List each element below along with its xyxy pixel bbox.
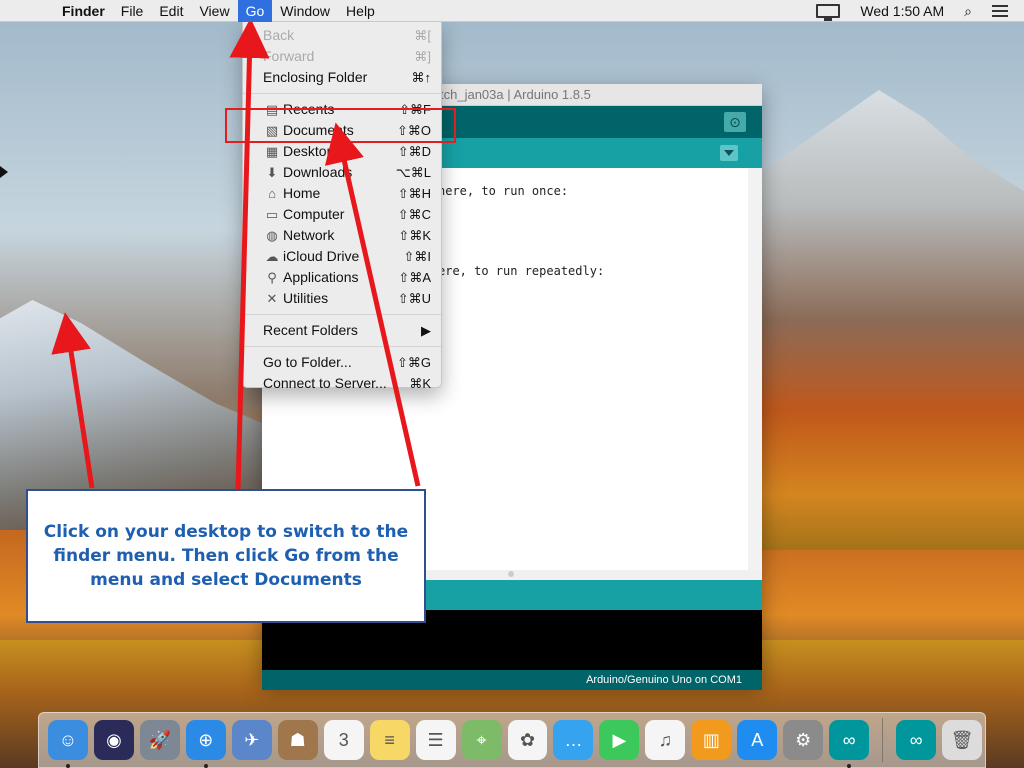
menu-view[interactable]: View <box>191 0 237 22</box>
menu-item-shortcut: ⌘K <box>409 376 431 391</box>
wallpaper-mountain-right <box>760 90 1024 550</box>
menu-item-shortcut: ⌘[ <box>414 28 431 43</box>
menu-go[interactable]: Go <box>237 0 273 22</box>
menu-item-shortcut: ⇧⌘U <box>397 291 431 306</box>
menu-item-shortcut: ⇧⌘K <box>398 228 431 243</box>
menu-item-shortcut: ⌘] <box>414 49 431 64</box>
dock-preview-icon[interactable]: ✈ <box>231 720 272 760</box>
menu-item-shortcut: ⇧⌘H <box>397 186 431 201</box>
menu-bar: Finder File Edit View Go Window Help Wed… <box>0 0 1024 22</box>
dock-ibooks-icon[interactable]: ▥ <box>691 720 732 760</box>
serial-monitor-icon[interactable]: ⊙ <box>724 112 746 132</box>
menu-item-utilities[interactable]: ✕ Utilities ⇧⌘U <box>243 288 441 309</box>
instruction-callout: Click on your desktop to switch to the f… <box>26 489 426 623</box>
dock-siri-icon[interactable]: ◉ <box>93 720 134 760</box>
menu-finder[interactable]: Finder <box>54 0 113 22</box>
menu-item-computer[interactable]: ▭ Computer ⇧⌘C <box>243 204 441 225</box>
menu-separator <box>243 346 441 347</box>
menu-item-back[interactable]: Back ⌘[ <box>243 25 441 46</box>
menu-item-home[interactable]: ⌂ Home ⇧⌘H <box>243 183 441 204</box>
icloud-icon: ☁ <box>265 249 279 264</box>
dock-arduino-icon[interactable]: ∞ <box>829 720 870 768</box>
code-line-loop-comment: ere, to run repeatedly: <box>438 264 605 278</box>
dock-app-store-icon[interactable]: A <box>737 720 778 760</box>
tab-menu-chevron-down-icon[interactable] <box>720 145 738 161</box>
airplay-display-icon[interactable] <box>816 4 841 21</box>
menu-file[interactable]: File <box>113 0 152 22</box>
menu-item-shortcut: ⇧⌘C <box>397 207 431 222</box>
downloads-icon: ⬇ <box>266 165 278 180</box>
menu-item-connect-to-server[interactable]: Connect to Server... ⌘K <box>243 373 441 394</box>
menu-item-applications[interactable]: ⚲ Applications ⇧⌘A <box>243 267 441 288</box>
dock-separator <box>882 718 884 762</box>
menu-separator <box>243 314 441 315</box>
documents-highlight-box <box>225 108 456 143</box>
go-menu-dropdown: Back ⌘[ Forward ⌘] Enclosing Folder ⌘↑ ▤… <box>242 22 442 391</box>
applications-icon: ⚲ <box>267 270 277 285</box>
menu-item-recent-folders[interactable]: Recent Folders ▶ <box>243 320 441 341</box>
code-line-setup-comment: here, to run once: <box>438 184 569 198</box>
menu-item-shortcut: ⌘↑ <box>411 70 432 85</box>
computer-icon: ▭ <box>265 207 279 222</box>
menu-item-downloads[interactable]: ⬇ Downloads ⌥⌘L <box>243 162 441 183</box>
dock-launchpad-icon[interactable]: 🚀 <box>139 720 180 760</box>
menu-item-forward[interactable]: Forward ⌘] <box>243 46 441 67</box>
menu-item-label: Forward <box>263 48 315 64</box>
submenu-arrow-icon: ▶ <box>421 323 431 338</box>
instruction-text: Click on your desktop to switch to the f… <box>43 522 409 590</box>
home-icon: ⌂ <box>268 186 276 201</box>
menu-item-shortcut: ⇧⌘A <box>398 270 431 285</box>
desktop-icon: ▦ <box>265 144 279 159</box>
dock-system-preferences-icon[interactable]: ⚙ <box>783 720 824 760</box>
dock-arduino-document-icon[interactable]: ∞ <box>896 720 937 760</box>
dock-contacts-icon[interactable]: ☗ <box>277 720 318 760</box>
dock-messages-icon[interactable]: … <box>553 720 594 760</box>
menu-window[interactable]: Window <box>272 0 338 22</box>
dock-calendar-icon[interactable]: 3 <box>323 720 364 760</box>
menu-item-shortcut: ⇧⌘D <box>397 144 431 159</box>
menu-item-label: Back <box>263 27 295 43</box>
menu-item-network[interactable]: ◍ Network ⇧⌘K <box>243 225 441 246</box>
menu-item-enclosing-folder[interactable]: Enclosing Folder ⌘↑ <box>243 67 441 88</box>
dock-trash-icon[interactable]: 🗑 <box>942 720 983 760</box>
menu-separator <box>243 93 441 94</box>
dock-notes-icon[interactable]: ≡ <box>369 720 410 760</box>
menu-item-shortcut: ⇧⌘G <box>396 355 431 370</box>
dock-finder-icon[interactable]: ☺ <box>48 720 88 768</box>
dock: ☺ ◉ 🚀 ⊕ ✈ ☗ 3 ≡ ☰ ⌖ ✿… ▶ ♫ ▥ A ⚙ ∞ ∞ 🗑 <box>38 712 986 768</box>
network-icon: ◍ <box>266 228 278 243</box>
dock-facetime-icon[interactable]: ▶ <box>599 720 640 760</box>
clock[interactable]: Wed 1:50 AM <box>850 0 954 22</box>
board-status: Arduino/Genuino Uno on COM1 <box>262 670 762 690</box>
running-indicator <box>203 764 208 768</box>
menu-item-shortcut: ⇧⌘I <box>403 249 431 264</box>
mouse-pointer-icon <box>0 166 8 178</box>
dock-itunes-icon[interactable]: ♫ <box>645 720 686 760</box>
running-indicator <box>847 764 852 768</box>
menu-item-label: Enclosing Folder <box>263 69 368 85</box>
menu-item-shortcut: ⌥⌘L <box>395 165 431 180</box>
menu-item-icloud-drive[interactable]: ☁ iCloud Drive ⇧⌘I <box>243 246 441 267</box>
dock-photos-icon[interactable]: ✿ <box>507 720 548 760</box>
dock-maps-icon[interactable]: ⌖ <box>461 720 502 760</box>
notification-center-icon[interactable] <box>992 5 1008 17</box>
menu-bar-extras: Wed 1:50 AM ⌕ <box>806 0 1024 22</box>
spotlight-search-icon[interactable]: ⌕ <box>954 0 982 22</box>
menu-item-desktop[interactable]: ▦ Desktop ⇧⌘D <box>243 141 441 162</box>
running-indicator <box>66 764 70 768</box>
menu-edit[interactable]: Edit <box>151 0 191 22</box>
utilities-icon: ✕ <box>266 291 278 306</box>
menu-item-label: Connect to Server... <box>263 375 387 391</box>
dock-reminders-icon[interactable]: ☰ <box>415 720 456 760</box>
menu-help[interactable]: Help <box>338 0 383 22</box>
divider-handle[interactable] <box>508 571 514 577</box>
menu-item-label: Recent Folders <box>263 322 358 338</box>
dock-safari-icon[interactable]: ⊕ <box>185 720 226 768</box>
menu-item-go-to-folder[interactable]: Go to Folder... ⇧⌘G <box>243 352 441 373</box>
